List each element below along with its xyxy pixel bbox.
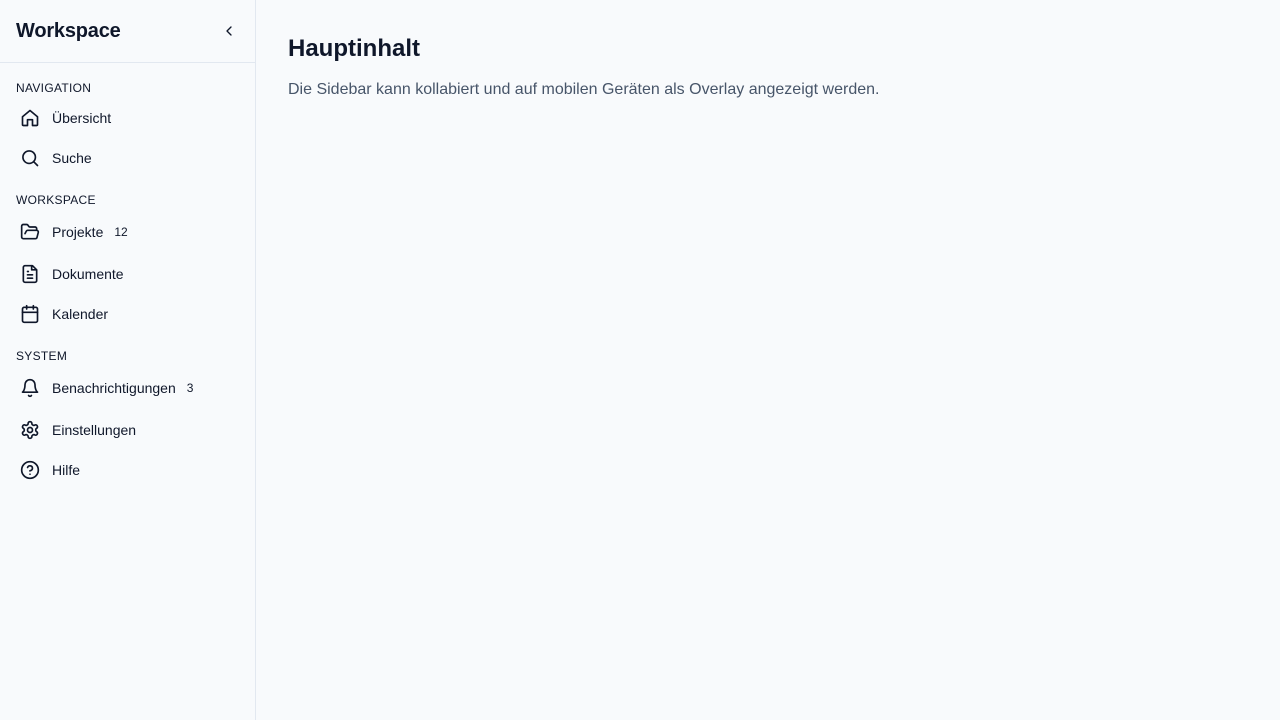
search-icon bbox=[20, 148, 40, 168]
bell-icon bbox=[20, 378, 40, 398]
sidebar-item-benachrichtigungen[interactable]: Benachrichtigungen 3 bbox=[0, 368, 255, 408]
sidebar-item-kalender[interactable]: Kalender bbox=[0, 294, 255, 334]
section-label-system: SYSTEM bbox=[16, 349, 68, 363]
page-description: Die Sidebar kann kollabiert und auf mobi… bbox=[288, 81, 880, 98]
folder-open-icon bbox=[20, 222, 40, 242]
sidebar: Workspace NAVIGATION Übersicht Suche WOR… bbox=[0, 0, 256, 720]
page-title: Hauptinhalt bbox=[288, 35, 420, 62]
sidebar-header: Workspace bbox=[0, 0, 255, 63]
sidebar-nav: NAVIGATION Übersicht Suche WORKSPACE Pro… bbox=[0, 63, 255, 490]
sidebar-item-hilfe[interactable]: Hilfe bbox=[0, 450, 255, 490]
sidebar-item-label: Übersicht bbox=[52, 110, 112, 126]
sidebar-item-label: Hilfe bbox=[52, 462, 81, 478]
app-shell: Workspace NAVIGATION Übersicht Suche WOR… bbox=[0, 0, 1280, 720]
file-text-icon bbox=[20, 264, 40, 284]
sidebar-item-label: Benachrichtigungen bbox=[52, 380, 176, 396]
count-badge: 3 bbox=[186, 381, 194, 395]
gear-icon bbox=[20, 420, 40, 440]
help-circle-icon bbox=[20, 460, 40, 480]
section-label-workspace: WORKSPACE bbox=[16, 193, 96, 207]
sidebar-item-label: Einstellungen bbox=[52, 422, 137, 438]
sidebar-item-projekte[interactable]: Projekte 12 bbox=[0, 212, 255, 252]
main-content: Hauptinhalt Die Sidebar kann kollabiert … bbox=[256, 0, 1280, 720]
chevron-left-icon bbox=[221, 23, 237, 39]
sidebar-item-dokumente[interactable]: Dokumente bbox=[0, 254, 255, 294]
sidebar-item-label: Kalender bbox=[52, 306, 109, 322]
sidebar-item-suche[interactable]: Suche bbox=[0, 138, 255, 178]
home-icon bbox=[20, 108, 40, 128]
calendar-icon bbox=[20, 304, 40, 324]
sidebar-item-uebersicht[interactable]: Übersicht bbox=[0, 98, 255, 138]
collapse-sidebar-button[interactable] bbox=[217, 19, 241, 43]
count-badge: 12 bbox=[114, 225, 128, 239]
sidebar-item-label: Dokumente bbox=[52, 266, 124, 282]
sidebar-item-einstellungen[interactable]: Einstellungen bbox=[0, 410, 255, 450]
sidebar-item-label: Suche bbox=[52, 150, 92, 166]
section-label-navigation: NAVIGATION bbox=[16, 81, 92, 95]
sidebar-item-label: Projekte bbox=[52, 224, 104, 240]
sidebar-title: Workspace bbox=[16, 19, 121, 42]
